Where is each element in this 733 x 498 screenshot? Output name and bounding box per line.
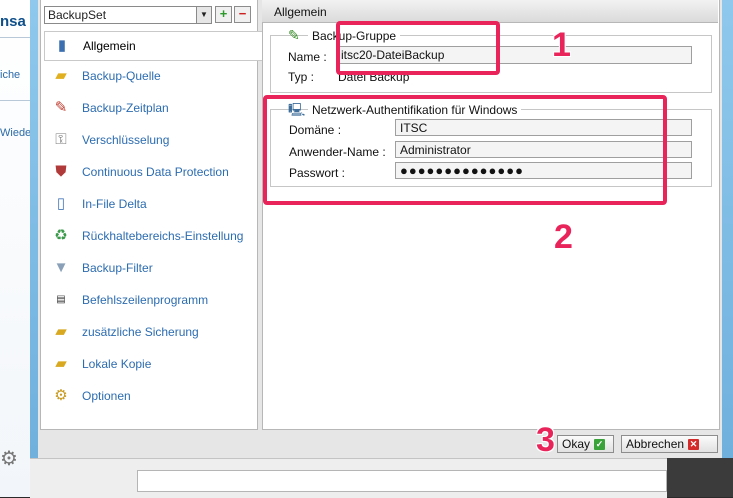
document-icon: ▯ <box>56 195 66 212</box>
background-taskbar-region <box>667 458 733 497</box>
nav-item-label: Lokale Kopie <box>82 357 152 371</box>
annotation-highlight-box <box>336 21 500 75</box>
nav-item-backup-zeitplan[interactable]: ✎ Backup-Zeitplan <box>44 94 256 122</box>
nav-item-allgemein[interactable]: ▮ Allgemein <box>44 31 265 61</box>
nav-item-zusaetzliche-sicherung[interactable]: ▰ zusätzliche Sicherung <box>44 318 256 346</box>
type-label: Typ : <box>288 70 315 84</box>
schedule-icon: ✎ <box>54 99 68 116</box>
recycle-bin-icon: ♻ <box>54 227 68 244</box>
chevron-down-icon[interactable]: ▼ <box>196 7 211 23</box>
backup-group-icon: ✎ <box>288 27 300 43</box>
nav-item-in-file-delta[interactable]: ▯ In-File Delta <box>44 190 256 218</box>
nav-item-verschluesselung[interactable]: ⚿ Verschlüsselung <box>44 126 256 154</box>
nav-item-label: Backup-Zeitplan <box>82 101 169 115</box>
nav-item-label: Rückhaltebereichs-Einstellung <box>82 229 244 243</box>
shield-icon: ⛊ <box>55 163 67 180</box>
nav-item-optionen[interactable]: ⚙ Optionen <box>44 382 256 410</box>
annotation-marker: 1 <box>552 26 571 64</box>
checkmark-icon: ✓ <box>594 439 606 451</box>
background-divider <box>0 100 30 101</box>
nav-item-rueckhaltebereich[interactable]: ♻ Rückhaltebereichs-Einstellung <box>44 222 256 250</box>
key-icon: ⚿ <box>55 131 67 148</box>
name-label: Name : <box>288 50 327 64</box>
nav-item-continuous-data-protection[interactable]: ⛊ Continuous Data Protection <box>44 158 256 186</box>
nav-item-label: Continuous Data Protection <box>82 165 229 179</box>
funnel-icon: ▼ <box>53 259 69 276</box>
nav-item-backup-filter[interactable]: ▼ Backup-Filter <box>44 254 256 282</box>
background-app-field <box>137 470 667 492</box>
nav-item-label: Befehlszeilenprogramm <box>82 293 209 307</box>
nav-item-label: Verschlüsselung <box>82 133 170 147</box>
cancel-button[interactable]: Abbrechen ✕ <box>621 435 718 453</box>
content-title: Allgemein <box>274 5 327 19</box>
close-icon: ✕ <box>688 439 700 451</box>
nav-item-befehlszeilenprogramm[interactable]: ▤ Befehlszeilenprogramm <box>44 286 256 314</box>
ok-button[interactable]: Okay ✓ <box>557 435 614 453</box>
backup-set-select[interactable]: BackupSet ▼ <box>44 6 212 24</box>
options-icon: ⚙ <box>54 387 68 404</box>
general-icon: ▮ <box>57 37 67 54</box>
content-header: Allgemein <box>262 0 718 23</box>
nav-item-label: zusätzliche Sicherung <box>82 325 199 339</box>
background-app-item-fragment: Wiede <box>0 127 30 139</box>
annotation-marker: 2 <box>554 218 573 256</box>
annotation-highlight-box <box>263 95 667 205</box>
background-app-title-fragment: nsa <box>0 13 26 30</box>
nav-item-label: Backup-Filter <box>82 261 153 275</box>
nav-item-lokale-kopie[interactable]: ▰ Lokale Kopie <box>44 350 256 378</box>
background-divider <box>0 37 30 38</box>
extra-backup-icon: ▰ <box>55 323 67 340</box>
local-copy-icon: ▰ <box>55 355 67 372</box>
annotation-marker: 3 <box>536 421 555 459</box>
folder-icon: ▰ <box>55 67 67 84</box>
nav-item-label: In-File Delta <box>82 197 147 211</box>
command-line-icon: ▤ <box>56 294 66 305</box>
nav-item-backup-quelle[interactable]: ▰ Backup-Quelle <box>44 62 256 90</box>
cancel-button-label: Abbrechen <box>626 437 685 451</box>
background-app-item-fragment: iche <box>0 69 21 81</box>
add-backup-set-button[interactable]: + <box>215 6 232 23</box>
background-gear-icon: ⚙ <box>0 448 18 470</box>
backup-set-select-value: BackupSet <box>48 8 107 22</box>
nav-item-label: Allgemein <box>83 39 136 53</box>
nav-item-label: Optionen <box>82 389 131 403</box>
remove-backup-set-button[interactable]: − <box>234 6 251 23</box>
ok-button-label: Okay <box>562 437 591 451</box>
nav-item-label: Backup-Quelle <box>82 69 161 83</box>
